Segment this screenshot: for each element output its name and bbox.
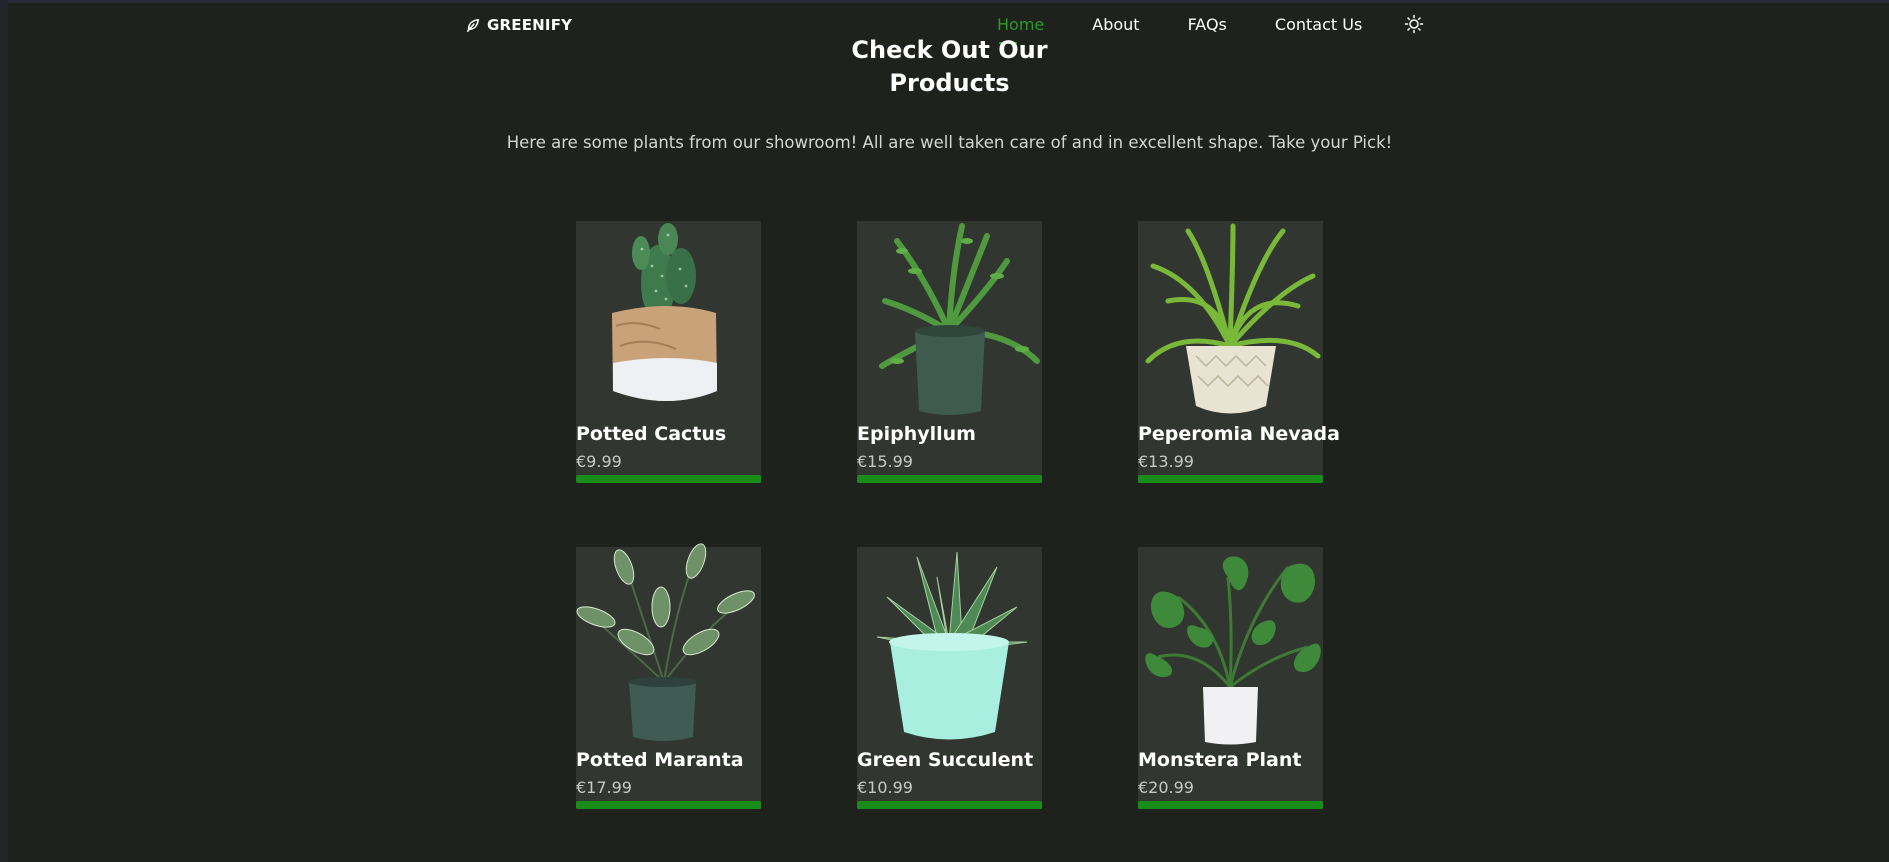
maranta-image	[576, 543, 755, 741]
product-name[interactable]: Green Succulent	[857, 749, 1033, 771]
section-title: Check Out Our Products	[0, 34, 1889, 100]
sun-icon[interactable]	[1404, 14, 1424, 34]
product-name[interactable]: Peperomia Nevada	[1138, 423, 1340, 445]
section-intro: Here are some plants from our showroom! …	[506, 133, 1393, 152]
leaf-icon	[466, 18, 480, 32]
product-card[interactable]: Green Succulent €10.99	[857, 547, 1042, 809]
product-accent-bar	[1138, 475, 1323, 483]
product-name[interactable]: Epiphyllum	[857, 423, 976, 445]
nav-links: Home About FAQs Contact Us	[997, 14, 1424, 44]
product-name[interactable]: Potted Maranta	[576, 749, 744, 771]
cactus-image	[612, 223, 717, 401]
nav-home[interactable]: Home	[997, 15, 1044, 44]
product-card[interactable]: Potted Maranta €17.99	[576, 543, 761, 809]
monstera-image	[1145, 556, 1321, 745]
section-title-line2: Products	[889, 69, 1010, 97]
brand-logo[interactable]: GREENIFY	[466, 15, 572, 35]
product-name[interactable]: Monstera Plant	[1138, 749, 1301, 771]
window-left-edge	[0, 0, 8, 862]
nav-about[interactable]: About	[1092, 15, 1139, 34]
product-card[interactable]: Potted Cactus €9.99	[576, 221, 761, 483]
nav-contact-us[interactable]: Contact Us	[1275, 15, 1362, 34]
succulent-image	[876, 551, 1028, 740]
product-accent-bar	[1138, 801, 1323, 809]
product-accent-bar	[857, 475, 1042, 483]
brand-name: GREENIFY	[487, 16, 573, 34]
product-card[interactable]: Monstera Plant €20.99	[1138, 547, 1323, 809]
product-price: €13.99	[1138, 452, 1194, 471]
product-accent-bar	[576, 801, 761, 809]
product-price: €15.99	[857, 452, 913, 471]
nav-faqs[interactable]: FAQs	[1188, 15, 1227, 34]
product-price: €10.99	[857, 778, 913, 797]
product-accent-bar	[576, 475, 761, 483]
product-accent-bar	[857, 801, 1042, 809]
peperomia-image	[1145, 223, 1321, 414]
product-price: €20.99	[1138, 778, 1194, 797]
epiphyllum-image	[879, 223, 1040, 415]
product-price: €17.99	[576, 778, 632, 797]
product-price: €9.99	[576, 452, 622, 471]
product-card[interactable]: Epiphyllum €15.99	[857, 221, 1042, 483]
product-name[interactable]: Potted Cactus	[576, 423, 726, 445]
product-card[interactable]: Peperomia Nevada €13.99	[1138, 221, 1340, 483]
section-title-line1: Check Out Our	[851, 36, 1048, 64]
